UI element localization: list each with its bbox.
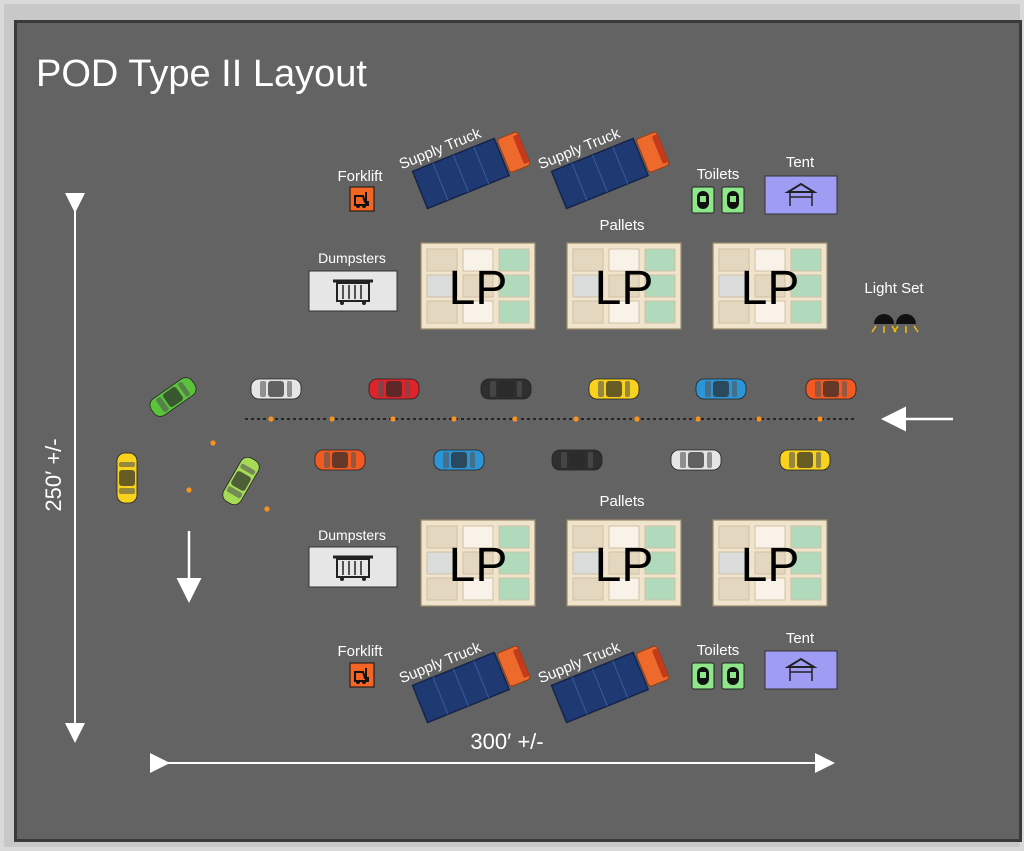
- car-icon: [116, 452, 138, 504]
- pallet-label: LP: [449, 539, 508, 592]
- traffic-cone-icon: [634, 416, 640, 422]
- supply-truck-top-2: Supply Truck: [536, 125, 672, 210]
- pallet-block-bottom-2: LP: [566, 519, 682, 607]
- traffic-cone-icon: [756, 416, 762, 422]
- layout-diagram: POD Type II Layout 250′ +/- 300′ +/- For…: [36, 53, 953, 773]
- pallet-label: LP: [741, 262, 800, 315]
- toilet-icon: [721, 186, 745, 214]
- traffic-cone-icon: [817, 416, 823, 422]
- traffic-cone-icon: [268, 416, 274, 422]
- car-icon: [433, 449, 485, 471]
- forklift-icon: [349, 662, 375, 688]
- dumpster-icon: [307, 269, 399, 313]
- car-icon: [551, 449, 603, 471]
- car-icon: [670, 449, 722, 471]
- traffic-cone-icon: [210, 440, 216, 446]
- traffic-cone-icon: [512, 416, 518, 422]
- page-title: POD Type II Layout: [36, 53, 367, 95]
- pallet-block-bottom-3: LP: [712, 519, 828, 607]
- dumpsters-label-bottom: Dumpsters: [318, 527, 386, 543]
- tent-icon: [764, 175, 838, 215]
- upper-lane-cars: [146, 373, 857, 421]
- car-icon: [368, 378, 420, 400]
- pallet-block-bottom-1: LP: [420, 519, 536, 607]
- supply-truck-top-1: Supply Truck: [397, 125, 533, 210]
- toilet-icon: [721, 662, 745, 690]
- dumpster-icon: [307, 545, 399, 589]
- forklift-label-top: Forklift: [338, 168, 384, 185]
- car-icon: [805, 378, 857, 400]
- dumpsters-label-top: Dumpsters: [318, 250, 386, 266]
- car-icon: [695, 378, 747, 400]
- supply-truck-bottom-2: Supply Truck: [536, 639, 672, 724]
- forklift-label-bottom: Forklift: [338, 643, 384, 660]
- traffic-cone-icon: [573, 416, 579, 422]
- traffic-cone-icon: [186, 487, 192, 493]
- tent-label-bottom: Tent: [786, 630, 815, 647]
- forklift-icon: [349, 186, 375, 212]
- page-frame: POD Type II Layout 250′ +/- 300′ +/- For…: [4, 4, 1022, 847]
- toilet-icon: [691, 186, 715, 214]
- traffic-cone-icon: [390, 416, 396, 422]
- car-icon: [219, 453, 263, 509]
- pallet-block-top-2: LP: [566, 242, 682, 330]
- car-icon: [146, 373, 200, 421]
- car-icon: [480, 378, 532, 400]
- traffic-cone-icon: [264, 506, 270, 512]
- car-icon: [588, 378, 640, 400]
- toilet-icon: [691, 662, 715, 690]
- pallets-label-top: Pallets: [599, 217, 644, 234]
- layout-board: POD Type II Layout 250′ +/- 300′ +/- For…: [14, 20, 1022, 842]
- supply-truck-bottom-1: Supply Truck: [397, 639, 533, 724]
- height-dimension-label: 250′ +/-: [41, 438, 66, 511]
- traffic-cone-icon: [451, 416, 457, 422]
- pallet-label: LP: [741, 539, 800, 592]
- car-icon: [314, 449, 366, 471]
- car-icon: [779, 449, 831, 471]
- traffic-cones: [186, 416, 823, 512]
- light-set-label: Light Set: [864, 280, 924, 297]
- width-dimension-label: 300′ +/-: [470, 729, 543, 754]
- toilets-label-top: Toilets: [697, 166, 740, 183]
- lower-lane-cars: [314, 449, 831, 471]
- pallet-block-top-3: LP: [712, 242, 828, 330]
- pallet-block-top-1: LP: [420, 242, 536, 330]
- light-set-icon: [871, 314, 919, 333]
- pallets-label-bottom: Pallets: [599, 493, 644, 510]
- traffic-cone-icon: [695, 416, 701, 422]
- pallet-label: LP: [595, 262, 654, 315]
- turning-cars: [116, 452, 263, 509]
- pallet-label: LP: [449, 262, 508, 315]
- tent-icon: [764, 650, 838, 690]
- car-icon: [250, 378, 302, 400]
- toilets-label-bottom: Toilets: [697, 642, 740, 659]
- pallet-label: LP: [595, 539, 654, 592]
- tent-label-top: Tent: [786, 154, 815, 171]
- traffic-cone-icon: [329, 416, 335, 422]
